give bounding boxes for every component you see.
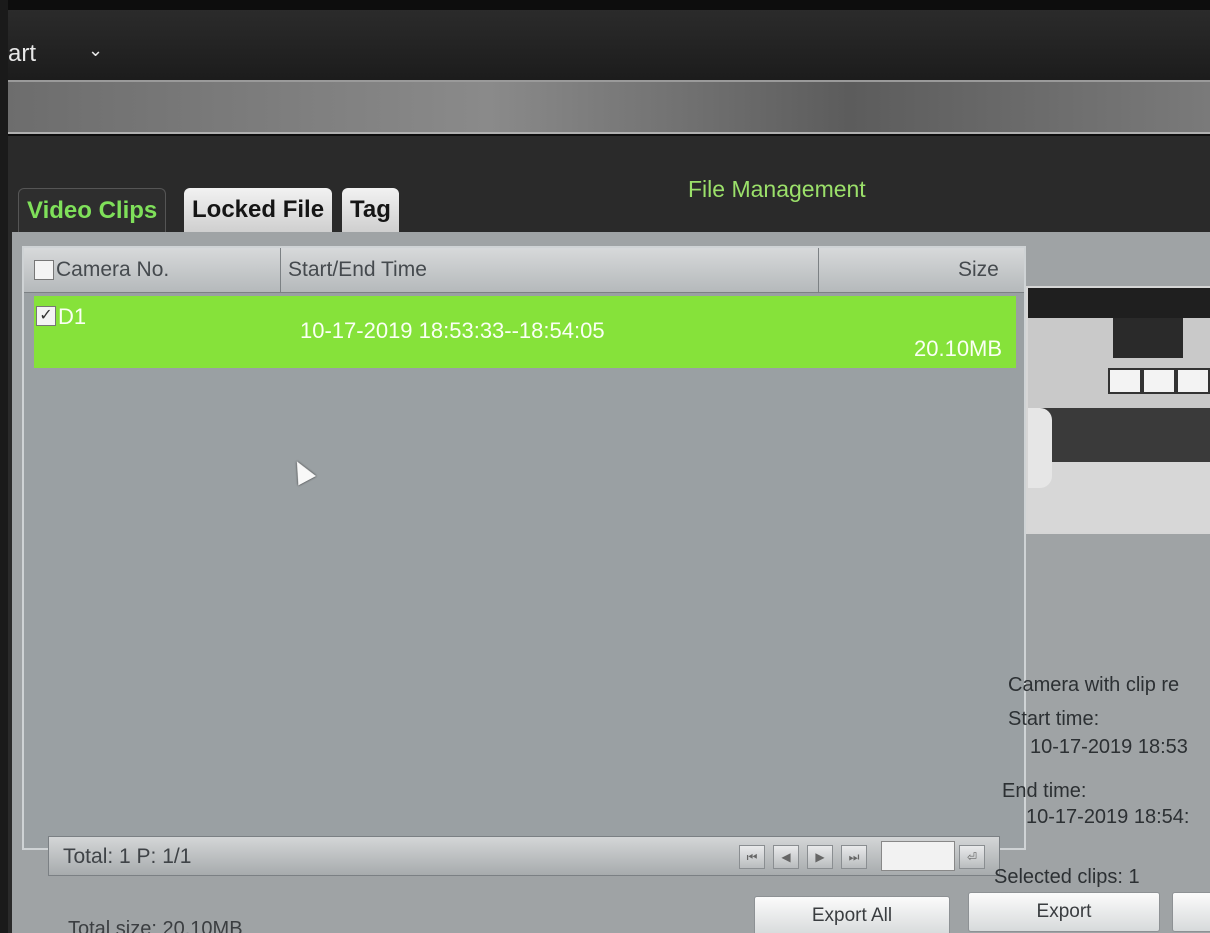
column-separator [280, 248, 281, 292]
pagination-text: Total: 1 P: 1/1 [63, 845, 192, 868]
top-menu-bar: art ⌄ [8, 10, 1210, 82]
export-all-button[interactable]: Export All [754, 896, 950, 933]
header-camera-no[interactable]: Camera No. [56, 258, 169, 282]
monitor-bezel [0, 0, 8, 933]
go-page-icon[interactable]: ⏎ [959, 845, 985, 869]
header-start-end-time[interactable]: Start/End Time [288, 258, 427, 282]
info-camera-label: Camera with clip re [1008, 674, 1180, 696]
select-all-checkbox[interactable] [34, 260, 54, 280]
preview-image-detail [1028, 408, 1052, 488]
preview-image-detail [1028, 462, 1210, 532]
info-start-value: 10-17-2019 18:53 [1030, 736, 1188, 758]
top-menu-label[interactable]: art [8, 40, 36, 68]
last-page-icon[interactable]: ⏭ [841, 845, 867, 869]
next-page-icon[interactable]: ▶ [807, 845, 833, 869]
table-header: Camera No. Start/End Time Size [24, 248, 1024, 293]
table-row[interactable]: ✓ D1 10-17-2019 18:53:33--18:54:05 20.10… [34, 296, 1016, 368]
row-camera: D1 [58, 304, 87, 329]
file-management-window: File Management Video Clips Locked File … [8, 136, 1210, 933]
first-page-icon[interactable]: ⏮ [739, 845, 765, 869]
column-separator [818, 248, 819, 292]
chevron-down-icon[interactable]: ⌄ [88, 40, 103, 61]
clip-table: Camera No. Start/End Time Size ✓ D1 10-1… [22, 246, 1026, 850]
row-time: 10-17-2019 18:53:33--18:54:05 [300, 318, 605, 343]
row-size: 20.10MB [914, 336, 1003, 361]
tab-locked-file[interactable]: Locked File [184, 188, 333, 232]
preview-image-detail [1113, 318, 1183, 358]
tab-video-clips[interactable]: Video Clips [18, 188, 167, 233]
pagination-bar: Total: 1 P: 1/1 ⏮ ◀ ▶ ⏭ ⏎ [48, 836, 1000, 876]
preview-image-detail [1176, 368, 1210, 394]
info-end-value: 10-17-2019 18:54: [1026, 806, 1190, 828]
preview-image-detail [1142, 368, 1176, 394]
dvr-screen: art ⌄ File Management Video Clips Locked… [0, 0, 1210, 933]
window-title: File Management [688, 176, 866, 202]
total-size: Total size: 20.10MB [68, 918, 243, 933]
preview-image-detail [1028, 408, 1210, 462]
clip-preview [1026, 286, 1210, 534]
header-size[interactable]: Size [958, 258, 999, 282]
preview-image-detail [1108, 368, 1142, 394]
tab-tag[interactable]: Tag [342, 188, 399, 232]
export-button[interactable]: Export [968, 892, 1160, 932]
info-end-label: End time: [1002, 780, 1087, 802]
tab-content: Camera No. Start/End Time Size ✓ D1 10-1… [12, 232, 1210, 933]
row-checkbox[interactable]: ✓ [36, 306, 56, 326]
info-start-label: Start time: [1008, 708, 1100, 730]
background-strip [8, 82, 1210, 134]
more-button[interactable] [1172, 892, 1210, 932]
prev-page-icon[interactable]: ◀ [773, 845, 799, 869]
page-number-input[interactable] [881, 841, 955, 871]
selected-clips: Selected clips: 1 [994, 866, 1140, 888]
